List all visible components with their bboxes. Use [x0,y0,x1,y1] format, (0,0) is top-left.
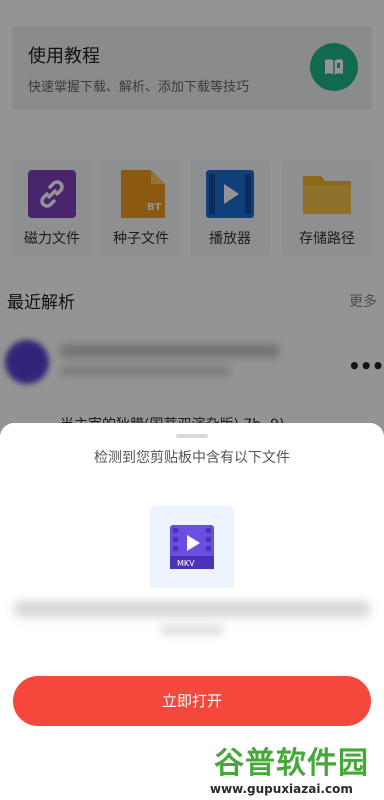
watermark-url: www.gupuxiazai.com [210,782,353,796]
mkv-video-file-icon: MKV [170,525,214,569]
detected-file-preview[interactable]: MKV [150,506,234,588]
file-name-blurred [14,601,370,617]
watermark-name: 谷普软件园 [214,746,369,781]
site-watermark: 谷普软件园 www.gupuxiazai.com [208,738,384,800]
file-type-label: MKV [177,559,195,568]
open-now-button[interactable]: 立即打开 [13,676,371,726]
sheet-drag-handle[interactable] [176,434,208,438]
file-name-blurred-line2 [160,625,224,635]
sheet-title: 检测到您剪贴板中含有以下文件 [94,450,290,466]
